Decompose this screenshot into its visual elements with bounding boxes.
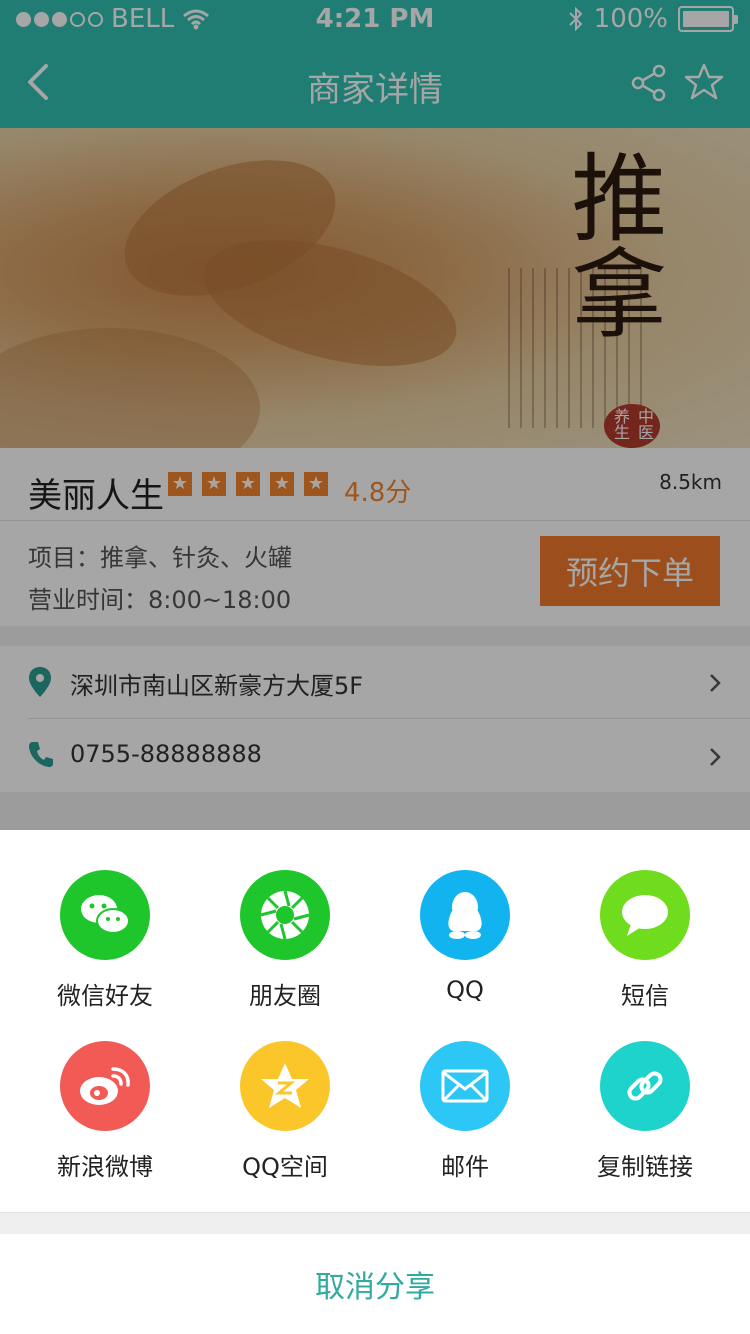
share-wechat-friend[interactable]: 微信好友 (15, 870, 195, 1011)
link-icon (600, 1041, 690, 1131)
qq-icon (420, 870, 510, 960)
dim-overlay[interactable] (0, 0, 750, 830)
share-copy-link[interactable]: 复制链接 (555, 1041, 735, 1182)
weibo-icon (60, 1041, 150, 1131)
cancel-share-button[interactable]: 取消分享 (0, 1234, 750, 1334)
sms-icon (600, 870, 690, 960)
mail-icon (420, 1041, 510, 1131)
share-sheet: 微信好友 朋友圈 QQ 短信 新浪微博 QQ空间 邮件 复制链接 (0, 830, 750, 1212)
share-label: 邮件 (441, 1153, 489, 1181)
share-qzone[interactable]: QQ空间 (195, 1041, 375, 1182)
share-label: 新浪微博 (57, 1153, 153, 1181)
wechat-icon (60, 870, 150, 960)
share-weibo[interactable]: 新浪微博 (15, 1041, 195, 1182)
share-label: 短信 (621, 982, 669, 1010)
moments-icon (240, 870, 330, 960)
share-sms[interactable]: 短信 (555, 870, 735, 1011)
share-mail[interactable]: 邮件 (375, 1041, 555, 1182)
share-label: 朋友圈 (249, 982, 321, 1010)
share-moments[interactable]: 朋友圈 (195, 870, 375, 1011)
qzone-icon (240, 1041, 330, 1131)
share-qq[interactable]: QQ (375, 870, 555, 1004)
share-label: QQ空间 (242, 1153, 328, 1181)
share-label: 微信好友 (57, 982, 153, 1010)
share-label: QQ (446, 976, 484, 1004)
share-label: 复制链接 (597, 1153, 693, 1181)
sheet-separator (0, 1212, 750, 1234)
